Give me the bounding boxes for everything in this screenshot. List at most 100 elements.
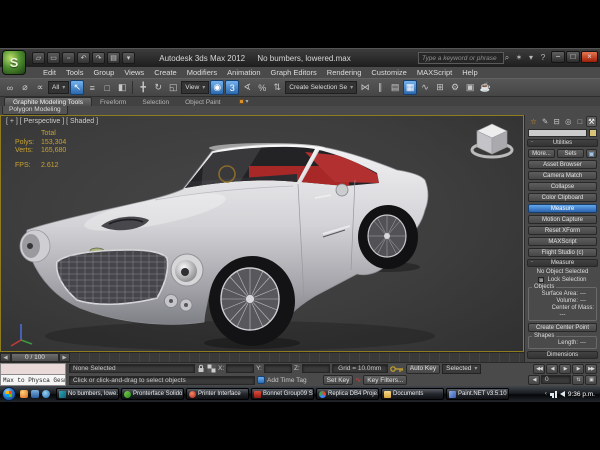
percent-snap-icon[interactable]: % (255, 80, 269, 95)
x-coordinate-field[interactable] (226, 364, 254, 373)
viewcube[interactable] (469, 119, 515, 161)
search-icon[interactable]: ⌕ (502, 52, 512, 63)
render-setup-icon[interactable]: ⚙ (448, 80, 462, 95)
y-coordinate-field[interactable] (264, 364, 292, 373)
go-to-frame-start-icon[interactable]: ◀ (528, 375, 540, 385)
mirror-icon[interactable]: ⋈ (358, 80, 372, 95)
time-tag-icon[interactable] (257, 376, 265, 384)
auto-key-button[interactable]: Auto Key (406, 364, 440, 374)
perspective-viewport[interactable]: [ + ] [ Perspective ] [ Shaded ] Total P… (0, 115, 524, 352)
menu-group[interactable]: Group (88, 68, 119, 77)
menu-tools[interactable]: Tools (61, 68, 89, 77)
hierarchy-tab-icon[interactable]: ⊟ (551, 116, 562, 127)
z-coordinate-field[interactable] (302, 364, 330, 373)
track-bar[interactable] (70, 353, 524, 362)
maxscript-button[interactable]: MAXScript (528, 237, 597, 246)
window-crossing-icon[interactable]: ◧ (115, 80, 129, 95)
selection-key-dropdown[interactable]: Selected ▾ (442, 364, 481, 374)
select-and-link-icon[interactable]: ∞ (3, 80, 17, 95)
rotate-tool-icon[interactable]: ↻ (151, 80, 165, 95)
maxscript-mini-listener[interactable]: Max to Physca Gesme (0, 363, 66, 386)
maximize-button[interactable]: □ (566, 51, 580, 63)
tab-freeform[interactable]: Freeform (92, 98, 134, 106)
collapse-button[interactable]: Collapse (528, 182, 597, 191)
color-clipboard-button[interactable]: Color Clipboard (528, 193, 597, 202)
menu-customize[interactable]: Customize (366, 68, 411, 77)
taskbar-item-pronterface[interactable]: Pronterface Solido... (121, 388, 184, 400)
speaker-icon[interactable] (560, 391, 565, 397)
key-filters-button[interactable]: Key Filters... (363, 375, 407, 385)
rectangular-region-icon[interactable]: □ (100, 80, 114, 95)
taskbar-item-bonnet-group[interactable]: Bonnet Group09 S... (251, 388, 314, 400)
start-button[interactable] (2, 387, 16, 401)
selection-lock-icon[interactable] (197, 364, 205, 373)
infocenter-search-input[interactable]: Type a keyword or phrase (418, 52, 504, 64)
next-frame-icon[interactable]: ▶ (572, 364, 584, 374)
go-to-start-icon[interactable]: ◀◀ (533, 364, 545, 374)
modify-tab-icon[interactable]: ✎ (540, 116, 551, 127)
new-key-filter-icon[interactable]: ∿ (355, 376, 361, 384)
utilities-tab-icon[interactable]: ⚒ (586, 116, 597, 127)
motion-capture-button[interactable]: Motion Capture (528, 215, 597, 224)
macro-recorder-line[interactable] (0, 363, 66, 375)
minimize-button[interactable]: − (551, 51, 565, 63)
render-production-icon[interactable]: ☕ (478, 80, 492, 95)
taskbar-item-documents[interactable]: Documents (381, 388, 444, 400)
curve-editor-icon[interactable]: ∿ (418, 80, 432, 95)
create-tab-icon[interactable]: ☆ (528, 116, 539, 127)
use-pivot-center-icon[interactable]: ◉ (210, 80, 224, 95)
object-name-field[interactable] (528, 129, 587, 137)
save-file-icon[interactable]: ▫ (62, 52, 75, 64)
reference-coordinate-dropdown[interactable]: View ▾ (181, 81, 209, 94)
reset-xform-button[interactable]: Reset XForm (528, 226, 597, 235)
listener-line[interactable]: Max to Physca Gesme (0, 375, 66, 386)
create-center-point-button[interactable]: Create Center Point (528, 323, 597, 332)
menu-create[interactable]: Create (149, 68, 182, 77)
align-icon[interactable]: ∥ (373, 80, 387, 95)
snaps-toggle-icon[interactable]: 3 (225, 80, 239, 95)
menu-help[interactable]: Help (457, 68, 482, 77)
taskbar-clock[interactable]: 9:36 p.m. (568, 391, 595, 398)
timeline-next-icon[interactable]: ▶ (59, 353, 70, 362)
undo-icon[interactable]: ↶ (77, 52, 90, 64)
menu-animation[interactable]: Animation (222, 68, 265, 77)
taskbar-item-printer-interface[interactable]: Printer Interface (186, 388, 249, 400)
utilities-rollout-header[interactable]: - Utilities (527, 139, 598, 147)
taskbar-item-replica-db4[interactable]: Replica DB4 Proje... (316, 388, 379, 400)
asset-browser-button[interactable]: Asset Browser (528, 160, 597, 169)
select-by-name-icon[interactable]: ≡ (85, 80, 99, 95)
tab-graphite-modeling-tools[interactable]: Graphite Modeling Tools (4, 97, 92, 106)
help-icon[interactable]: ? (538, 52, 548, 63)
timeline-prev-icon[interactable]: ◀ (0, 353, 11, 362)
communication-center-icon[interactable]: ▾ (526, 52, 536, 63)
spinner-snap-icon[interactable]: ⇅ (270, 80, 284, 95)
flight-studio-button[interactable]: Flight Studio (c) (528, 248, 597, 257)
set-key-button[interactable]: Set Key (323, 375, 354, 385)
measure-button[interactable]: Measure (528, 204, 597, 213)
panel-polygon-modeling[interactable]: Polygon Modeling (2, 106, 68, 115)
frame-spinner-icon[interactable]: ⇅ (572, 375, 584, 385)
time-config-icon[interactable]: ▣ (585, 375, 597, 385)
menu-graph-editors[interactable]: Graph Editors (266, 68, 322, 77)
close-button[interactable]: × (581, 51, 598, 63)
lock-selection-checkbox[interactable] (538, 277, 544, 283)
absolute-offset-toggle-icon[interactable] (207, 364, 216, 373)
favorites-star-icon[interactable]: ✶ (514, 52, 524, 63)
quick-launch-icon-1[interactable] (20, 390, 28, 398)
add-time-tag-label[interactable]: Add Time Tag (267, 377, 307, 384)
selection-filter-dropdown[interactable]: All ▾ (48, 81, 69, 94)
menu-views[interactable]: Views (119, 68, 149, 77)
sets-button[interactable]: Sets (557, 149, 584, 158)
more-button[interactable]: More... (528, 149, 555, 158)
ribbon-options-dropdown[interactable]: ▾ (239, 98, 249, 106)
camera-match-button[interactable]: Camera Match (528, 171, 597, 180)
set-keys-key-icon[interactable] (390, 365, 404, 373)
move-tool-icon[interactable]: ╋ (136, 80, 150, 95)
previous-frame-icon[interactable]: ◀ (546, 364, 558, 374)
viewport-label[interactable]: [ + ] [ Perspective ] [ Shaded ] (6, 118, 98, 125)
tab-selection[interactable]: Selection (134, 98, 177, 106)
new-scene-icon[interactable]: ▱ (32, 52, 45, 64)
schematic-view-icon[interactable]: ⊞ (433, 80, 447, 95)
current-frame-field[interactable]: 0 (541, 375, 571, 384)
go-to-end-icon[interactable]: ▶▶ (585, 364, 597, 374)
